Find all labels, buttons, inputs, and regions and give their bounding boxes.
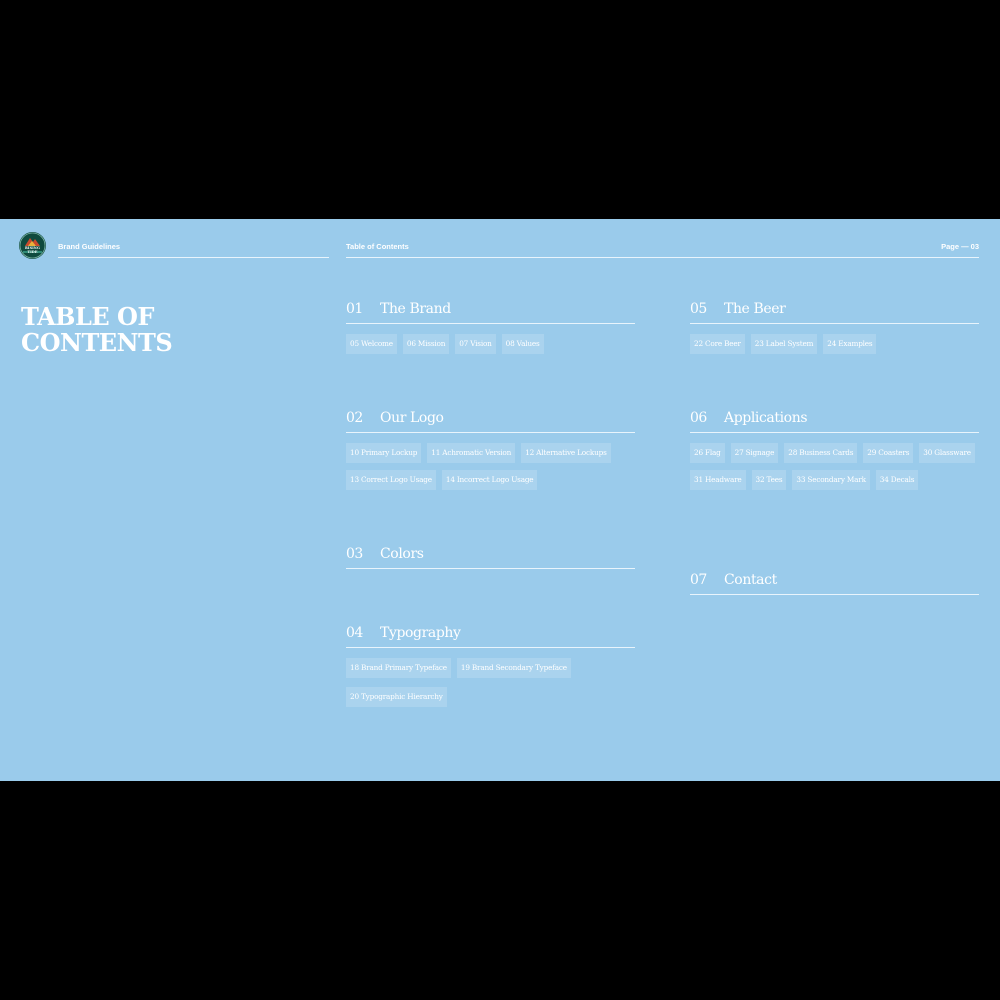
- section-title: The Beer: [724, 301, 786, 317]
- section-number: 07: [690, 572, 707, 588]
- section-item-chip[interactable]: 30 Glassware: [919, 443, 975, 463]
- section-heading[interactable]: 03 Colors: [346, 546, 635, 569]
- header-section-label: Table of Contents: [346, 242, 409, 251]
- section-item-chip[interactable]: 10 Primary Lockup: [346, 443, 422, 463]
- logo-word-2: TIDE: [27, 250, 38, 254]
- section-item-chip[interactable]: 24 Examples: [823, 334, 877, 354]
- section-number: 03: [346, 546, 363, 562]
- page-title: TABLE OF CONTENTS: [21, 302, 173, 357]
- section-items: 26 Flag 27 Signage 28 Business Cards 29 Coa…: [690, 443, 990, 497]
- section-colors: 03 Colors: [346, 546, 635, 579]
- page-title-line-1: TABLE OF: [21, 302, 154, 331]
- section-number: 04: [346, 625, 363, 641]
- header-divider-right: [346, 257, 979, 258]
- section-item-chip[interactable]: 29 Coasters: [863, 443, 914, 463]
- section-title: Applications: [724, 410, 808, 426]
- section-our-logo: 02 Our Logo 10 Primary Lockup 11 Achromat…: [346, 410, 635, 497]
- section-heading[interactable]: 01 The Brand: [346, 301, 635, 324]
- header-divider-left: [58, 257, 329, 258]
- section-heading[interactable]: 06 Applications: [690, 410, 979, 433]
- section-item-chip[interactable]: 23 Label System: [750, 334, 818, 354]
- section-item-chip[interactable]: 14 Incorrect Logo Usage: [441, 470, 538, 490]
- section-items: 10 Primary Lockup 11 Achromatic Version 12…: [346, 443, 646, 497]
- page-title-line-2: CONTENTS: [21, 328, 173, 357]
- section-item-chip[interactable]: 20 Typographic Hierarchy: [346, 687, 447, 707]
- section-item-chip[interactable]: 32 Tees: [751, 470, 787, 490]
- section-item-chip[interactable]: 12 Alternative Lockups: [521, 443, 611, 463]
- section-item-chip[interactable]: 26 Flag: [690, 443, 725, 463]
- section-items: 18 Brand Primary Typeface 19 Brand Second…: [346, 658, 646, 714]
- section-number: 05: [690, 301, 707, 317]
- section-typography: 04 Typography 18 Brand Primary Typeface 1…: [346, 625, 635, 714]
- section-item-chip[interactable]: 08 Values: [501, 334, 544, 354]
- page-number: Page — 03: [941, 242, 979, 251]
- section-item-chip[interactable]: 27 Signage: [730, 443, 779, 463]
- section-items: 05 Welcome 06 Mission 07 Vision 08 Values: [346, 334, 646, 361]
- section-title: Colors: [380, 546, 424, 562]
- section-item-chip[interactable]: 19 Brand Secondary Typeface: [456, 658, 571, 678]
- section-item-chip[interactable]: 33 Secondary Mark: [792, 470, 870, 490]
- section-items: 22 Core Beer 23 Label System 24 Examples: [690, 334, 990, 361]
- section-number: 06: [690, 410, 707, 426]
- section-title: Contact: [724, 572, 777, 588]
- section-item-chip[interactable]: 28 Business Cards: [784, 443, 858, 463]
- section-item-chip[interactable]: 22 Core Beer: [690, 334, 745, 354]
- section-title: The Brand: [380, 301, 451, 317]
- section-contact: 07 Contact: [690, 572, 979, 605]
- section-item-chip[interactable]: 06 Mission: [402, 334, 450, 354]
- section-heading[interactable]: 05 The Beer: [690, 301, 979, 324]
- section-title: Typography: [380, 625, 461, 641]
- brand-logo: RISING TIDE: [19, 232, 46, 259]
- section-the-beer: 05 The Beer 22 Core Beer 23 Label System 2…: [690, 301, 979, 361]
- section-item-chip[interactable]: 07 Vision: [455, 334, 496, 354]
- section-title: Our Logo: [380, 410, 444, 426]
- logo-wordmark: RISING TIDE: [19, 246, 46, 254]
- section-heading[interactable]: 02 Our Logo: [346, 410, 635, 433]
- section-number: 02: [346, 410, 363, 426]
- section-the-brand: 01 The Brand 05 Welcome 06 Mission 07 Visi…: [346, 301, 635, 361]
- section-item-chip[interactable]: 11 Achromatic Version: [427, 443, 516, 463]
- section-heading[interactable]: 07 Contact: [690, 572, 979, 595]
- section-item-chip[interactable]: 13 Correct Logo Usage: [346, 470, 436, 490]
- section-applications: 06 Applications 26 Flag 27 Signage 28 Busi…: [690, 410, 979, 497]
- section-item-chip[interactable]: 05 Welcome: [346, 334, 397, 354]
- brand-guidelines-label: Brand Guidelines: [58, 242, 121, 251]
- section-item-chip[interactable]: 18 Brand Primary Typeface: [346, 658, 451, 678]
- section-item-chip[interactable]: 34 Decals: [875, 470, 919, 490]
- section-number: 01: [346, 301, 363, 317]
- section-item-chip[interactable]: 31 Headware: [690, 470, 746, 490]
- slide: RISING TIDE Brand Guidelines Table of Co…: [0, 219, 1000, 781]
- section-heading[interactable]: 04 Typography: [346, 625, 635, 648]
